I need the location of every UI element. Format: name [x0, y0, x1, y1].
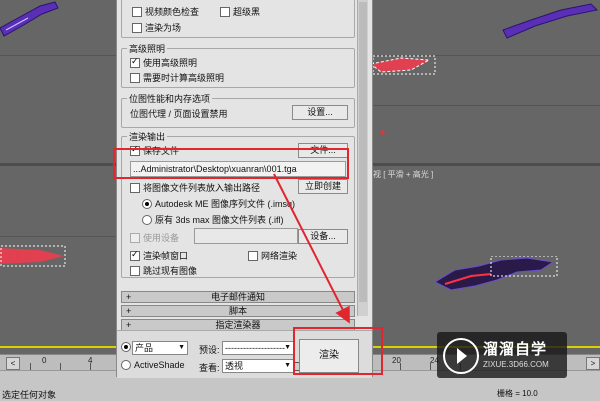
use-advanced-lighting-checkbox[interactable] [130, 56, 140, 68]
scroll-thumb[interactable] [359, 2, 367, 302]
grid-readout: 栅格 = 10.0 [497, 388, 538, 399]
use-device-label: 使用设备 [143, 233, 180, 243]
rollout-assign-renderer-label: 指定渲染器 [215, 320, 261, 330]
production-radio[interactable] [121, 342, 131, 352]
put-image-file-list-label: 将图像文件列表放入输出路径 [143, 183, 261, 193]
skip-existing-label: 跳过现有图像 [143, 266, 198, 276]
grid-line [0, 236, 116, 237]
rendered-frame-window-checkbox[interactable] [130, 249, 140, 261]
render-to-fields-label: 渲染为场 [145, 23, 182, 33]
super-black-label: 超级黑 [233, 7, 261, 17]
super-black-row[interactable]: 超级黑 [220, 5, 260, 18]
view-label: 查看: [199, 363, 220, 373]
autodesk-me-radio[interactable] [142, 198, 152, 209]
grid-value: 10.0 [522, 389, 538, 398]
use-device-checkbox[interactable] [130, 232, 140, 243]
legacy-ifl-label: 原有 3ds max 图像文件列表 (.ifl) [155, 215, 284, 225]
bitmap-performance-group: 位图性能和内存选项 位图代理 / 页面设置禁用 设置... [121, 92, 355, 128]
chevron-down-icon: ▼ [284, 362, 291, 369]
time-prev-button[interactable]: < [6, 357, 20, 370]
viewport-bottom-left[interactable] [0, 166, 116, 354]
status-prompt: 选定任何对象 [2, 390, 57, 400]
chevron-down-icon: ▼ [178, 344, 185, 351]
rollout-email-label: 电子邮件通知 [210, 292, 265, 302]
grid-line [0, 55, 116, 56]
video-color-check-label: 视频颜色检查 [145, 7, 200, 17]
watermark: 溜溜自学 ZIXUE.3D66.COM [437, 332, 567, 378]
video-color-check-checkbox[interactable] [132, 6, 142, 17]
grid-label: 栅格 = [497, 389, 520, 398]
rollout-scripts-label: 脚本 [228, 306, 247, 316]
model-wireframe [0, 1, 59, 37]
viewport-bottom-right[interactable]: 透视 [ 平滑 + 高光 ] [371, 166, 600, 354]
chevron-down-icon: ▼ [284, 344, 291, 351]
use-advanced-lighting-row[interactable]: 使用高级照明 [130, 56, 197, 69]
model-dagger [433, 256, 558, 291]
put-image-file-list-checkbox[interactable] [130, 182, 140, 193]
plus-icon: + [126, 292, 132, 302]
preset-dropdown[interactable]: -------------------- ▼ [222, 341, 294, 355]
rendered-frame-window-row[interactable]: 渲染帧窗口 [130, 249, 188, 262]
production-value: 产品 [135, 343, 154, 353]
skip-existing-row[interactable]: 跳过现有图像 [130, 264, 197, 277]
skip-existing-checkbox[interactable] [130, 265, 140, 276]
view-dropdown[interactable]: 透视 ▼ [222, 359, 294, 373]
production-dropdown[interactable]: 产品 ▼ [132, 341, 188, 355]
time-next-button[interactable]: > [586, 357, 600, 370]
watermark-title: 溜溜自学 [483, 341, 548, 358]
super-black-checkbox[interactable] [220, 6, 230, 17]
play-logo-icon [443, 338, 479, 374]
viewport-top-left[interactable] [0, 0, 116, 163]
use-advanced-lighting-label: 使用高级照明 [143, 58, 198, 68]
advanced-lighting-title: 高级照明 [127, 42, 168, 55]
preset-value: -------------------- [225, 343, 285, 353]
compute-advanced-lighting-label: 需要时计算高级照明 [143, 73, 225, 83]
annotation-highlight-render [293, 327, 383, 375]
options-group: 视频颜色检查 超级黑 渲染为场 [121, 0, 355, 38]
preset-label: 预设: [199, 345, 220, 355]
model-wireframe [502, 3, 599, 39]
compute-advanced-lighting-row[interactable]: 需要时计算高级照明 [130, 71, 224, 84]
bitmap-settings-button[interactable]: 设置... [292, 105, 348, 120]
model-red-mesh [0, 245, 66, 267]
ground-line [0, 346, 116, 348]
rendered-frame-window-label: 渲染帧窗口 [143, 251, 189, 261]
annotation-arrow [273, 173, 350, 324]
bitmap-performance-title: 位图性能和内存选项 [127, 92, 213, 105]
net-render-checkbox[interactable] [248, 250, 258, 261]
render-output-title: 渲染输出 [127, 130, 168, 143]
video-color-check-row[interactable]: 视频颜色检查 [132, 5, 199, 18]
render-to-fields-row[interactable]: 渲染为场 [132, 21, 181, 34]
model-red-mesh [371, 55, 436, 75]
bitmap-proxy-status: 位图代理 / 页面设置禁用 [130, 109, 228, 119]
render-to-fields-checkbox[interactable] [132, 22, 142, 33]
compute-advanced-lighting-checkbox[interactable] [130, 72, 140, 83]
transform-gizmo [380, 129, 386, 135]
legacy-ifl-option-row[interactable]: 原有 3ds max 图像文件列表 (.ifl) [142, 213, 284, 226]
view-value: 透视 [225, 361, 244, 371]
put-image-file-list-row[interactable]: 将图像文件列表放入输出路径 [130, 181, 260, 194]
activeshade-label: ActiveShade [134, 360, 185, 370]
plus-icon: + [126, 306, 132, 316]
watermark-subtitle: ZIXUE.3D66.COM [483, 360, 549, 369]
timeline-tick-label: 0 [42, 356, 47, 365]
plus-icon: + [126, 320, 132, 330]
use-device-row[interactable]: 使用设备 [130, 231, 179, 244]
activeshade-option-row[interactable]: ActiveShade [121, 360, 185, 370]
grid-line [371, 105, 600, 106]
viewport-label[interactable]: 透视 [ 平滑 + 高光 ] [371, 169, 433, 180]
legacy-ifl-radio[interactable] [142, 214, 152, 225]
activeshade-radio[interactable] [121, 360, 131, 370]
viewport-top-right[interactable] [371, 0, 600, 163]
advanced-lighting-group: 高级照明 使用高级照明 需要时计算高级照明 [121, 42, 355, 88]
